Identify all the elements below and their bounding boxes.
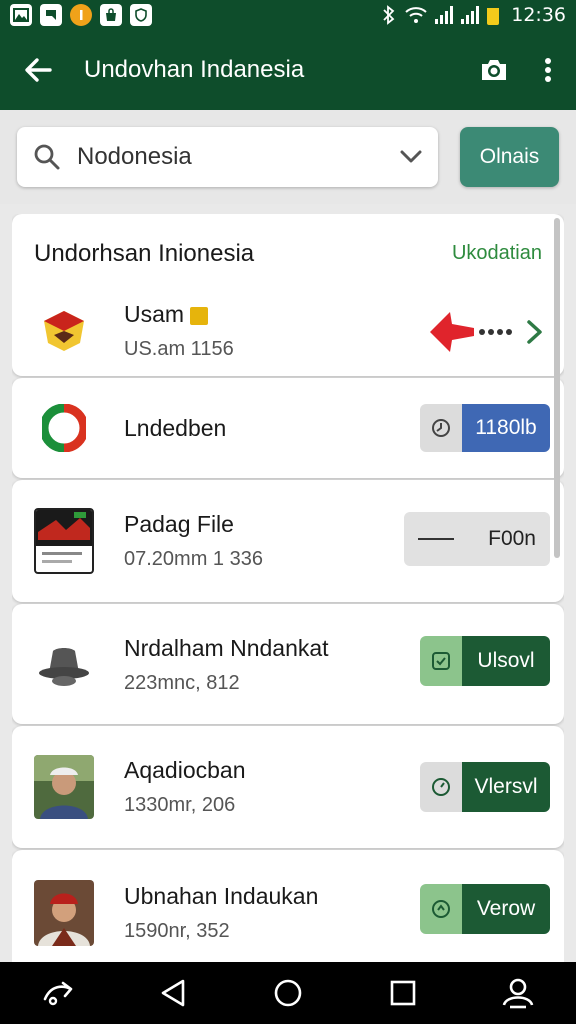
item-action-button[interactable]: Ulsovl bbox=[462, 636, 550, 686]
camera-button[interactable] bbox=[472, 48, 516, 92]
signal-icon bbox=[435, 6, 454, 24]
search-input-value: Nodonesia bbox=[77, 143, 192, 170]
app-bar: Undovhan Indanesia bbox=[0, 30, 576, 110]
camera-icon bbox=[482, 60, 506, 80]
list-item[interactable]: Usam US.am 1156 bbox=[12, 296, 564, 366]
shield-check-icon bbox=[432, 900, 450, 918]
list-item[interactable]: Aqadiocban 1330mr, 206 Vlersvl bbox=[12, 726, 564, 848]
timer-button[interactable] bbox=[420, 762, 462, 812]
dots-icon bbox=[479, 329, 512, 335]
item-thumbnail bbox=[34, 398, 94, 458]
person-avatar bbox=[34, 755, 94, 819]
coin-icon bbox=[70, 4, 92, 26]
home-circle-icon bbox=[274, 979, 302, 1007]
results-list: Undorhsan Inionesia Ukodatian Usam US.am… bbox=[12, 214, 564, 962]
hat-avatar bbox=[34, 635, 94, 695]
chevron-down-icon[interactable] bbox=[400, 150, 422, 164]
recents-square-icon bbox=[390, 980, 416, 1006]
more-options-button[interactable] bbox=[536, 48, 560, 92]
list-item[interactable]: Lndedben 1180lb bbox=[12, 378, 564, 478]
update-link[interactable]: Ukodatian bbox=[452, 242, 542, 265]
shield-check-button[interactable] bbox=[420, 884, 462, 934]
message-icon bbox=[40, 4, 62, 26]
gallery-icon bbox=[10, 4, 32, 26]
history-button[interactable] bbox=[420, 404, 462, 452]
share-button[interactable] bbox=[28, 963, 88, 1023]
list-item[interactable]: Ubnahan Indaukan 1590nr, 352 Verow bbox=[12, 850, 564, 962]
person-avatar bbox=[34, 880, 94, 946]
check-button[interactable] bbox=[420, 636, 462, 686]
navigation-bar bbox=[0, 962, 576, 1024]
recents-button[interactable] bbox=[373, 963, 433, 1023]
system-icons: 12:36 bbox=[381, 4, 566, 26]
badge-icon bbox=[190, 306, 209, 325]
search-icon bbox=[34, 144, 60, 170]
item-thumbnail bbox=[34, 301, 94, 361]
bluetooth-icon bbox=[383, 5, 395, 25]
chevron-right-icon bbox=[527, 320, 542, 344]
notification-icons bbox=[10, 4, 152, 26]
arrow-left-icon bbox=[25, 58, 52, 82]
list-item[interactable]: Padag File 07.20mm 1 336 F00n bbox=[12, 480, 564, 602]
item-name: Usam bbox=[124, 301, 185, 327]
red-arrow-icon bbox=[430, 312, 474, 352]
signal-icon bbox=[461, 6, 480, 24]
filter-button[interactable]: Olnais bbox=[460, 127, 559, 187]
action-group: 1180lb bbox=[420, 404, 550, 452]
note-icon bbox=[432, 652, 450, 670]
list-header-title: Undorhsan Inionesia bbox=[34, 240, 255, 267]
back-button[interactable] bbox=[16, 48, 60, 92]
clock: 12:36 bbox=[511, 4, 566, 26]
item-action-label: F00n bbox=[488, 527, 536, 550]
search-input[interactable]: Nodonesia bbox=[17, 127, 438, 187]
bag-icon bbox=[100, 4, 122, 26]
scrollbar[interactable] bbox=[554, 218, 560, 558]
account-button[interactable] bbox=[488, 963, 548, 1023]
timer-icon bbox=[432, 778, 450, 796]
back-nav-button[interactable] bbox=[143, 963, 203, 1023]
share-icon bbox=[43, 981, 72, 1006]
file-thumbnail bbox=[34, 508, 94, 574]
page-title: Undovhan Indanesia bbox=[84, 56, 305, 83]
item-action-button[interactable]: Verow bbox=[462, 884, 550, 934]
action-group: Ulsovl bbox=[420, 636, 550, 686]
status-bar: 12:36 bbox=[0, 0, 576, 30]
arrow-more-button[interactable] bbox=[426, 308, 544, 356]
more-vert-icon bbox=[545, 58, 551, 82]
back-triangle-icon bbox=[161, 979, 185, 1007]
action-group: Verow bbox=[420, 884, 550, 934]
item-action-button[interactable]: F00n bbox=[404, 512, 550, 566]
item-action-button[interactable]: 1180lb bbox=[462, 404, 550, 452]
history-icon bbox=[432, 419, 450, 437]
shield-icon bbox=[130, 4, 152, 26]
search-row: Nodonesia Olnais bbox=[0, 110, 576, 204]
account-icon bbox=[503, 978, 534, 1009]
list-item[interactable]: Nrdalham Nndankat 223mnc, 812 Ulsovl bbox=[12, 604, 564, 724]
dash-icon bbox=[418, 538, 454, 540]
battery-icon bbox=[487, 5, 500, 25]
home-button[interactable] bbox=[258, 963, 318, 1023]
item-action-button[interactable]: Vlersvl bbox=[462, 762, 550, 812]
action-group: Vlersvl bbox=[420, 762, 550, 812]
header-card: Undorhsan Inionesia Ukodatian Usam US.am… bbox=[12, 214, 564, 376]
wifi-icon bbox=[405, 7, 427, 23]
